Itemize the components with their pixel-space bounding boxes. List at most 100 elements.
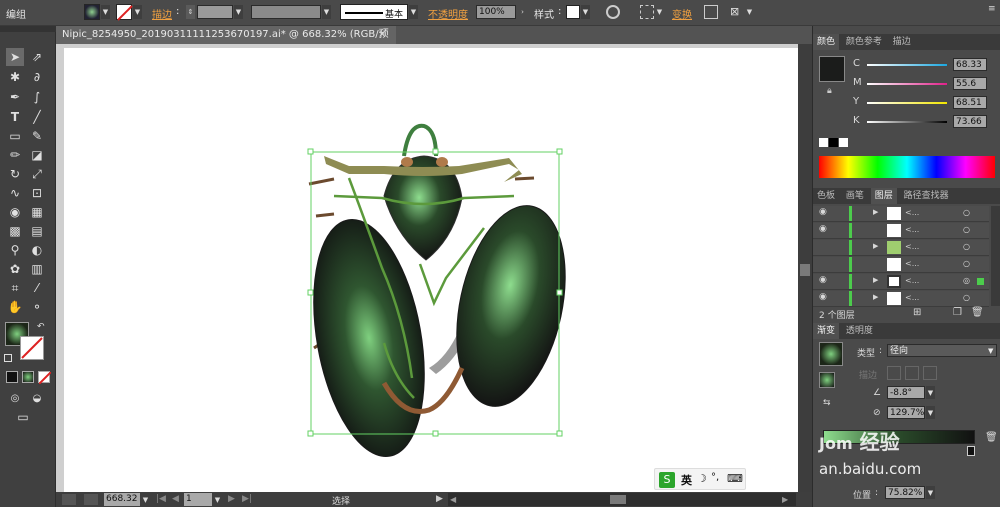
layer-row[interactable]: ◉ ▶ <... ○ — [813, 206, 989, 222]
layers-scrollbar[interactable] — [991, 206, 1000, 306]
target-icon[interactable]: ○ — [963, 208, 970, 217]
tab-swatches[interactable]: 色板 — [813, 188, 839, 204]
gradient-stop[interactable] — [967, 446, 975, 456]
stroke-weight-stepper[interactable]: ⇕ — [186, 5, 195, 19]
lock-icon[interactable]: 🔒︎ — [827, 86, 832, 96]
hand-tool-icon[interactable]: ✋ — [6, 298, 24, 316]
symbol-sprayer-tool-icon[interactable]: ✿ — [6, 260, 24, 278]
rectangle-tool-icon[interactable]: ▭ — [6, 127, 24, 145]
status-arrow-icon[interactable]: ▶ — [436, 494, 443, 504]
target-icon[interactable]: ○ — [963, 242, 970, 251]
pencil-tool-icon[interactable]: ✏ — [6, 146, 24, 164]
stroke-across-icon[interactable] — [923, 366, 937, 380]
column-graph-tool-icon[interactable]: ▥ — [28, 260, 46, 278]
paintbrush-tool-icon[interactable]: ✎ — [28, 127, 46, 145]
lasso-tool-icon[interactable]: ∂ — [28, 68, 46, 86]
stroke-color-box[interactable] — [20, 336, 44, 360]
fill-dropdown-icon[interactable]: ▼ — [101, 5, 110, 19]
channel-c-slider[interactable] — [867, 64, 947, 66]
arrange-dropdown[interactable]: ▼ — [745, 5, 754, 19]
hscroll-thumb[interactable] — [610, 495, 626, 504]
eyedropper-tool-icon[interactable]: ⚲ — [6, 241, 24, 259]
channel-m-value[interactable]: 55.6 — [953, 77, 987, 90]
black-swatch[interactable] — [829, 138, 838, 147]
tab-pathfinder[interactable]: 路径查找器 — [900, 188, 953, 204]
zoom-input[interactable]: 668.32 — [104, 493, 140, 506]
isolate-icon[interactable] — [704, 5, 718, 19]
recolor-artwork-icon[interactable] — [606, 5, 620, 19]
next-artboard-icon[interactable]: ▶ — [228, 494, 235, 504]
layer-row[interactable]: <... ○ — [813, 257, 989, 273]
tab-color[interactable]: 颜色 — [813, 34, 840, 50]
layer-row[interactable]: ◉ ▶ <... ◎ — [813, 274, 989, 290]
prev-artboard-icon[interactable]: ◀ — [172, 494, 179, 504]
target-icon[interactable]: ○ — [963, 293, 970, 302]
fill-swatch[interactable] — [84, 4, 100, 20]
gradient-aspect-ratio-input[interactable]: 129.7% — [887, 406, 925, 419]
tab-stroke[interactable]: 描边 — [889, 34, 915, 50]
first-artboard-icon[interactable]: |◀ — [156, 494, 166, 504]
layer-row[interactable]: ◉ ▶ <... ○ — [813, 291, 989, 307]
last-artboard-icon[interactable]: ▶| — [242, 494, 252, 504]
arrange-icon[interactable]: ⊠ — [730, 5, 744, 19]
color-mode-icon[interactable] — [6, 371, 18, 383]
channel-k-value[interactable]: 73.66 — [953, 115, 987, 128]
panel-menu-icon[interactable]: ≡ — [988, 4, 996, 14]
stroke-along-icon[interactable] — [905, 366, 919, 380]
artboard-number[interactable]: 1 — [184, 493, 212, 506]
visibility-eye-icon[interactable]: ◉ — [819, 275, 827, 285]
toolbar-grip[interactable] — [0, 26, 56, 32]
channel-m-slider[interactable] — [867, 83, 947, 85]
delete-stop-icon[interactable]: 🗑︎ — [985, 432, 998, 443]
scroll-right-icon[interactable]: ▶ — [782, 495, 788, 504]
delete-layer-icon[interactable]: 🗑︎ — [971, 307, 984, 318]
gradient-mode-icon[interactable] — [22, 371, 34, 383]
angle-dropdown[interactable]: ▼ — [926, 386, 935, 399]
direct-selection-tool-icon[interactable]: ⇗ — [28, 48, 46, 66]
tab-transparency[interactable]: 透明度 — [842, 323, 877, 339]
zoom-tool-icon[interactable]: ⚬ — [28, 298, 46, 316]
canvas-area[interactable]: S 英 ☽ °, ⌨ — [56, 44, 798, 496]
rotate-tool-icon[interactable]: ↻ — [6, 165, 24, 183]
document-tab[interactable]: Nipic_8254950_20190311111253670197.ai* @… — [56, 26, 396, 58]
beetle-artwork[interactable] — [64, 48, 798, 496]
draw-behind-icon[interactable]: ◒ — [28, 390, 46, 408]
blend-tool-icon[interactable]: ◐ — [28, 241, 46, 259]
visibility-eye-icon[interactable]: ◉ — [819, 292, 827, 302]
style-dropdown[interactable]: ▼ — [581, 5, 590, 19]
scroll-thumb[interactable] — [800, 264, 810, 276]
perspective-grid-tool-icon[interactable]: ▦ — [28, 203, 46, 221]
artboard-tool-icon[interactable]: ⌗ — [6, 279, 24, 297]
keyboard-icon[interactable]: ⌨ — [727, 472, 743, 485]
screen-mode-icon[interactable]: ▭ — [14, 408, 32, 426]
stroke-within-icon[interactable] — [887, 366, 901, 380]
reverse-gradient-icon[interactable]: ⇆ — [823, 398, 831, 408]
pen-tool-icon[interactable]: ✒ — [6, 88, 24, 106]
eraser-tool-icon[interactable]: ◪ — [28, 146, 46, 164]
brush-definition[interactable]: 基本 — [340, 4, 408, 20]
opacity-arrow-icon[interactable]: › — [518, 5, 527, 19]
ime-toolbar[interactable]: S 英 ☽ °, ⌨ — [654, 468, 746, 490]
gradient-fill-box[interactable] — [819, 372, 835, 388]
gradient-location-input[interactable]: 75.82% — [885, 486, 925, 499]
channel-k-slider[interactable] — [867, 121, 947, 123]
align-icon[interactable] — [640, 5, 654, 19]
channel-y-slider[interactable] — [867, 102, 947, 104]
visibility-eye-icon[interactable]: ◉ — [819, 224, 827, 234]
export-icon[interactable] — [84, 494, 98, 505]
visibility-eye-icon[interactable]: ◉ — [819, 207, 827, 217]
white-swatch[interactable] — [839, 138, 848, 147]
brush-dropdown[interactable]: ▼ — [409, 5, 418, 19]
stroke-dropdown-icon[interactable]: ▼ — [133, 5, 142, 19]
layer-row[interactable]: ▶ <... ○ — [813, 240, 989, 256]
line-tool-icon[interactable]: ╱ — [28, 108, 46, 126]
artboard[interactable]: S 英 ☽ °, ⌨ — [64, 48, 798, 496]
none-swatch[interactable] — [819, 138, 828, 147]
transform-link[interactable]: 变换 — [672, 6, 692, 21]
moon-icon[interactable]: ☽ — [697, 472, 707, 485]
expand-arrow-icon[interactable]: ▶ — [873, 242, 878, 250]
artboard-nav-icon[interactable] — [62, 494, 76, 505]
new-layer-icon[interactable]: ❐ — [953, 307, 962, 318]
gradient-tool-icon[interactable]: ▤ — [28, 222, 46, 240]
layer-row[interactable]: ◉ <... ○ — [813, 223, 989, 239]
